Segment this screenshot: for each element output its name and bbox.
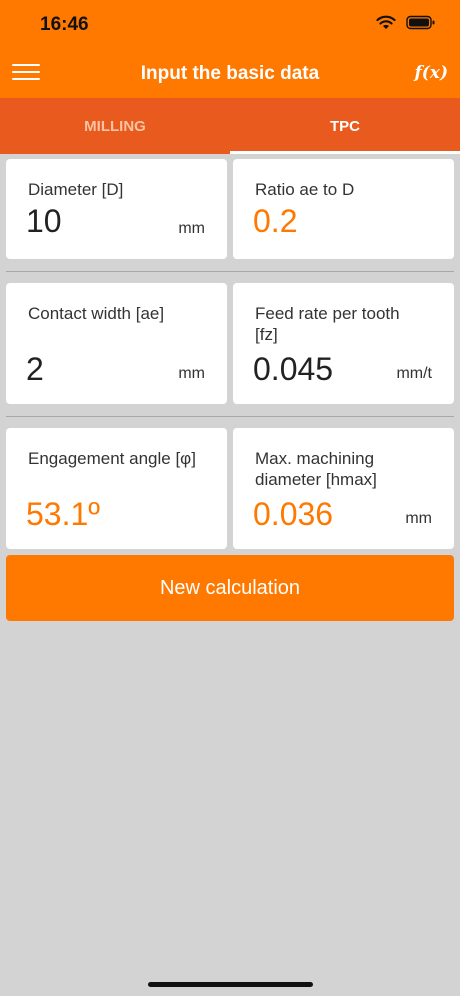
- status-time: 16:46: [40, 14, 89, 35]
- diameter-card[interactable]: Diameter [D] 10 mm: [6, 159, 227, 259]
- contact-width-unit: mm: [178, 365, 205, 382]
- divider: [6, 416, 454, 417]
- wifi-icon: [376, 15, 396, 29]
- engagement-angle-card: Engagement angle [φ] 53.1º: [6, 428, 227, 549]
- contact-width-label: Contact width [ae]: [28, 304, 165, 323]
- diameter-unit: mm: [178, 220, 205, 237]
- feed-rate-label: Feed rate per tooth [fz]: [255, 304, 400, 344]
- page-title: Input the basic data: [140, 63, 320, 84]
- feed-rate-value[interactable]: 0.045: [253, 351, 333, 388]
- contact-width-value[interactable]: 2: [26, 351, 44, 388]
- new-calculation-button[interactable]: New calculation: [6, 555, 454, 621]
- divider: [6, 271, 454, 272]
- ratio-card[interactable]: Ratio ae to D 0.2: [233, 159, 454, 259]
- nav-bar: Input the basic data f(x): [0, 48, 460, 98]
- max-diameter-card: Max. machining diameter [hmax] 0.036 mm: [233, 428, 454, 549]
- feed-rate-card[interactable]: Feed rate per tooth [fz] 0.045 mm/t: [233, 283, 454, 404]
- tab-bar: MILLING TPC: [0, 98, 460, 154]
- ratio-value: 0.2: [253, 203, 298, 239]
- max-diameter-unit: mm: [405, 510, 432, 527]
- status-bar: 16:46: [0, 0, 460, 48]
- engagement-angle-label: Engagement angle [φ]: [28, 449, 196, 468]
- home-indicator: [148, 982, 313, 987]
- max-diameter-value: 0.036: [253, 496, 334, 532]
- engagement-angle-value: 53.1º: [26, 496, 100, 532]
- ratio-label: Ratio ae to D: [255, 180, 355, 199]
- contact-width-card[interactable]: Contact width [ae] 2 mm: [6, 283, 227, 404]
- battery-icon: [406, 15, 435, 30]
- max-diameter-label: Max. machining diameter [hmax]: [255, 449, 377, 489]
- status-icons: [376, 15, 436, 30]
- tab-milling[interactable]: MILLING: [0, 98, 230, 154]
- tab-tpc[interactable]: TPC: [230, 98, 460, 154]
- diameter-value[interactable]: 10: [26, 203, 62, 240]
- diameter-label: Diameter [D]: [28, 180, 124, 199]
- feed-rate-unit: mm/t: [396, 365, 432, 382]
- formula-button[interactable]: f(x): [414, 63, 448, 83]
